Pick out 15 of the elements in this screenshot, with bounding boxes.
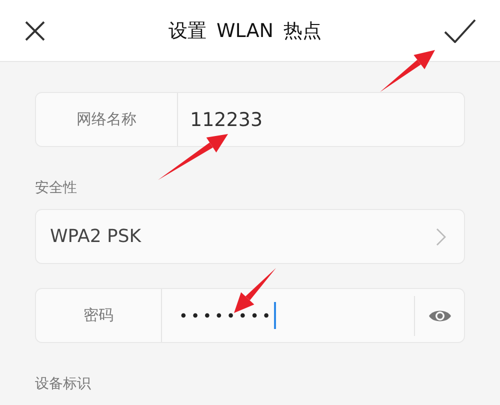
field-label: 密码 [36,289,162,342]
field-label: 网络名称 [36,93,178,146]
section-label: 安全性 [35,179,78,197]
checkmark-icon[interactable] [444,18,476,42]
chevron-right-icon [436,228,446,246]
field-value: 112233 [190,108,263,130]
annotation-arrow [234,268,276,313]
annotation-arrow [380,50,435,92]
annotation-arrow [158,134,228,180]
security-selector[interactable]: WPA2 PSK [35,209,465,264]
network-name-field[interactable]: 网络名称 112233 [35,92,465,147]
close-icon[interactable] [24,20,46,42]
password-field[interactable]: •••••••• [162,302,414,329]
page-title: 设置 WLAN 热点 [168,18,322,44]
section-label: 设备标识 [35,375,92,393]
